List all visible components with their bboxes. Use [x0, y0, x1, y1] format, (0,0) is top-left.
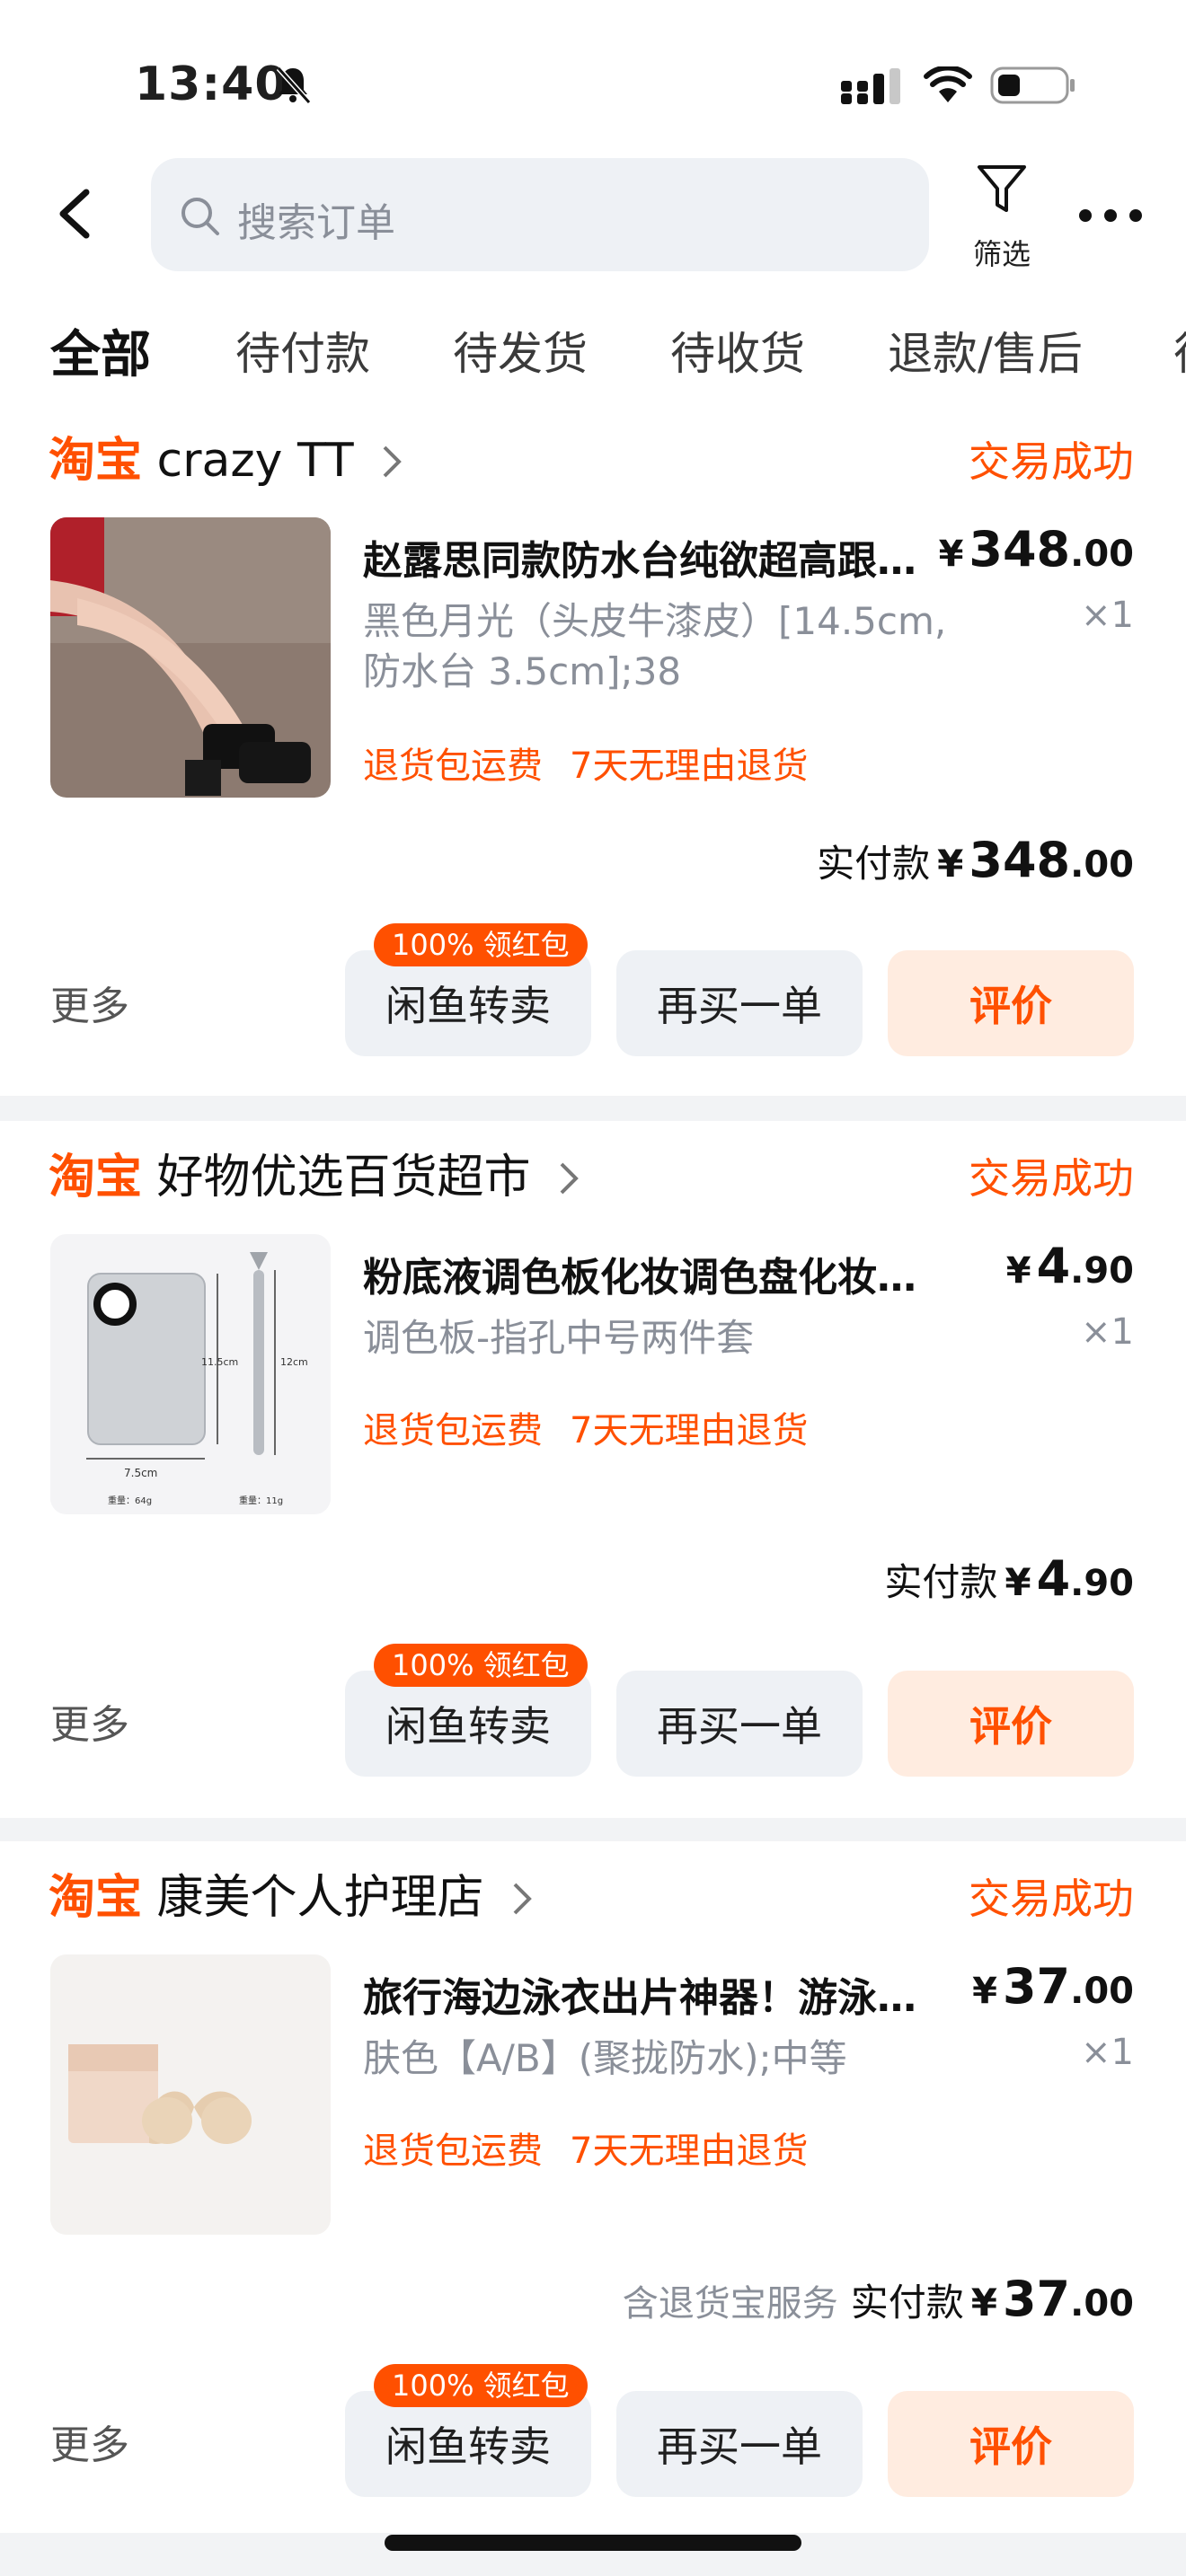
palette-photo: 7.5cm 11.5cm 12cm 重量：64g 重量：11g	[50, 1234, 331, 1514]
amount-paid: 实付款 ¥4.90	[884, 1550, 1134, 1607]
tab-partial[interactable]: 待	[1173, 318, 1186, 383]
review-button[interactable]: 评价	[888, 2391, 1134, 2497]
battery-icon	[990, 66, 1075, 104]
order-status: 交易成功	[969, 1154, 1134, 1203]
chevron-right-icon	[513, 1883, 532, 1915]
palette-height-label: 11.5cm	[201, 1356, 238, 1368]
swim-bra-photo	[50, 1954, 331, 2235]
product-spec: 肤色【A/B】(聚拢防水);中等	[363, 2036, 847, 2080]
more-link[interactable]: 更多	[50, 1692, 129, 1750]
status-bar: 13:40	[0, 0, 1186, 153]
palette-weight-label: 重量：64g	[108, 1495, 152, 1506]
tag-free-return-shipping: 退货包运费	[363, 745, 543, 787]
product-image[interactable]	[50, 1954, 331, 2235]
tag-7day-return: 7天无理由退货	[570, 2130, 809, 2172]
back-arrow-icon[interactable]	[54, 185, 97, 243]
tag-7day-return: 7天无理由退货	[570, 1410, 809, 1451]
product-title[interactable]: 赵露思同款防水台纯欲超高跟…	[363, 528, 938, 586]
service-tags: 退货包运费 7天无理由退货	[363, 1401, 808, 1453]
tab-all[interactable]: 全部	[50, 314, 151, 387]
tag-7day-return: 7天无理由退货	[570, 745, 809, 787]
return-insurance-note: 含退货宝服务	[622, 2283, 838, 2325]
order-card: 淘宝 好物优选百货超市 交易成功 7.5cm 11.5cm 12cm 重量：64…	[0, 1121, 1186, 1818]
quantity: ×1	[1081, 595, 1134, 636]
quantity: ×1	[1081, 2032, 1134, 2073]
spatula-weight-label: 重量：11g	[239, 1495, 283, 1506]
order-tabs: 全部 待付款 待发货 待收货 退款/售后 待	[0, 287, 1186, 404]
palette-width-label: 7.5cm	[124, 1467, 157, 1479]
shop-link[interactable]: 淘宝 crazy TT	[49, 422, 403, 490]
unit-price: ¥37.00	[972, 1958, 1134, 2015]
taobao-logo: 淘宝	[49, 434, 143, 488]
tag-free-return-shipping: 退货包运费	[363, 2130, 543, 2172]
order-card: 淘宝 康美个人护理店 交易成功 旅行海边泳衣出片神器！游泳胸… ¥37.00 肤…	[0, 1841, 1186, 2533]
amount-paid: 含退货宝服务 实付款 ¥37.00	[622, 2271, 1134, 2327]
red-packet-badge: 100% 领红包	[374, 2364, 588, 2407]
clock: 13:40	[135, 57, 288, 111]
taobao-logo: 淘宝	[49, 1151, 143, 1204]
more-link[interactable]: 更多	[50, 974, 129, 1031]
shop-link[interactable]: 淘宝 康美个人护理店	[49, 1859, 533, 1928]
product-spec: 调色板-指孔中号两件套	[363, 1316, 755, 1360]
red-packet-badge: 100% 领红包	[374, 923, 588, 966]
rebuy-button[interactable]: 再买一单	[616, 2391, 863, 2497]
quantity: ×1	[1081, 1311, 1134, 1353]
tab-refund-aftersale[interactable]: 退款/售后	[888, 318, 1083, 383]
rebuy-button[interactable]: 再买一单	[616, 1671, 863, 1777]
order-status: 交易成功	[969, 437, 1134, 486]
wifi-icon	[924, 66, 972, 102]
taobao-logo: 淘宝	[49, 1871, 143, 1925]
product-title[interactable]: 粉底液调色板化妆调色盘化妆师…	[363, 1245, 938, 1302]
filter-label: 筛选	[972, 237, 1031, 271]
tab-pending-shipment[interactable]: 待发货	[453, 318, 588, 383]
tab-pending-receipt[interactable]: 待收货	[670, 318, 805, 383]
shop-name: crazy TT	[156, 434, 354, 488]
amount-paid: 实付款 ¥348.00	[817, 832, 1134, 888]
product-title[interactable]: 旅行海边泳衣出片神器！游泳胸…	[363, 1965, 938, 2023]
order-status: 交易成功	[969, 1875, 1134, 1923]
product-image[interactable]	[50, 517, 331, 798]
more-options-icon[interactable]	[1075, 198, 1146, 234]
product-image[interactable]: 7.5cm 11.5cm 12cm 重量：64g 重量：11g	[50, 1234, 331, 1514]
chevron-right-icon	[560, 1162, 579, 1195]
order-card: 淘宝 crazy TT 交易成功 赵露思同款防水台纯欲超高跟… ¥348.00 …	[0, 404, 1186, 1096]
filter-icon	[978, 165, 1026, 212]
review-button[interactable]: 评价	[888, 1671, 1134, 1777]
shop-link[interactable]: 淘宝 好物优选百货超市	[49, 1139, 580, 1207]
unit-price: ¥348.00	[938, 521, 1134, 578]
service-tags: 退货包运费 7天无理由退货	[363, 2122, 808, 2174]
heels-photo	[50, 517, 331, 798]
chevron-right-icon	[383, 446, 402, 478]
rebuy-button[interactable]: 再买一单	[616, 950, 863, 1056]
service-tags: 退货包运费 7天无理由退货	[363, 737, 808, 789]
search-icon	[181, 198, 219, 235]
cellular-signal-icon	[841, 68, 900, 104]
header: 搜索订单 筛选	[0, 153, 1186, 287]
filter-button[interactable]: 筛选	[961, 162, 1042, 271]
more-link[interactable]: 更多	[50, 2413, 129, 2470]
search-placeholder: 搜索订单	[237, 200, 395, 246]
tag-free-return-shipping: 退货包运费	[363, 1410, 543, 1451]
red-packet-badge: 100% 领红包	[374, 1644, 588, 1687]
shop-name: 康美个人护理店	[156, 1871, 484, 1925]
product-spec: 黑色月光（头皮牛漆皮）[14.5cm, 防水台 3.5cm];38	[363, 599, 947, 693]
tab-pending-payment[interactable]: 待付款	[235, 318, 370, 383]
unit-price: ¥4.90	[1005, 1238, 1134, 1294]
review-button[interactable]: 评价	[888, 950, 1134, 1056]
home-indicator[interactable]	[385, 2535, 801, 2551]
bell-off-icon	[276, 66, 311, 104]
search-input[interactable]: 搜索订单	[151, 158, 929, 271]
shop-name: 好物优选百货超市	[156, 1151, 531, 1204]
spatula-length-label: 12cm	[280, 1356, 308, 1368]
